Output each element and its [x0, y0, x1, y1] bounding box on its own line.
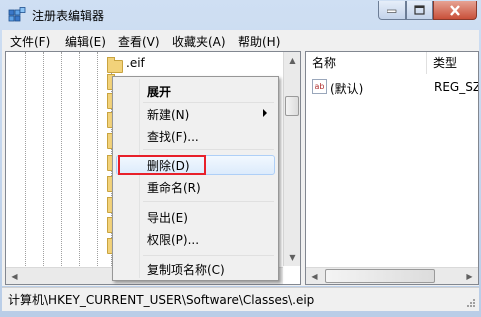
maximize-icon — [414, 5, 425, 15]
menu-item-delete[interactable]: 删除(D) — [147, 157, 190, 174]
registry-editor-icon — [8, 7, 26, 22]
menu-item-copy-key-name[interactable]: 复制项名称(C) — [147, 261, 225, 278]
menu-edit[interactable]: 编辑(E) — [65, 33, 106, 50]
tree-item-eif[interactable]: .eif — [126, 56, 145, 70]
context-menu: 展开 新建(N) 查找(F)... 删除(D) 重命名(R) 导出(E) 权限(… — [112, 76, 279, 281]
resize-grip-icon[interactable] — [466, 298, 476, 308]
submenu-arrow-icon — [263, 109, 267, 117]
maximize-button[interactable] — [406, 1, 433, 20]
scroll-right-icon[interactable]: ▶ — [461, 268, 478, 285]
status-path: 计算机\HKEY_CURRENT_USER\Software\Classes\.… — [8, 293, 315, 307]
minimize-icon — [387, 9, 397, 13]
menu-item-expand[interactable]: 展开 — [147, 83, 171, 100]
column-header-name[interactable]: 名称 — [306, 52, 427, 74]
menu-file[interactable]: 文件(F) — [10, 33, 50, 50]
menu-item-permissions[interactable]: 权限(P)... — [147, 231, 199, 248]
scroll-down-icon[interactable]: ▼ — [284, 249, 301, 266]
menu-item-new[interactable]: 新建(N) — [147, 106, 189, 123]
menu-item-find[interactable]: 查找(F)... — [147, 128, 199, 145]
scroll-left-icon[interactable]: ◀ — [306, 268, 323, 285]
scroll-up-icon[interactable]: ▲ — [284, 52, 301, 69]
menu-item-rename[interactable]: 重命名(R) — [147, 179, 201, 196]
string-value-icon: ab — [312, 79, 327, 94]
list-horizontal-scrollbar[interactable]: ◀ ▶ — [306, 267, 478, 284]
minimize-button[interactable] — [378, 1, 406, 20]
menu-favorites[interactable]: 收藏夹(A) — [172, 33, 226, 50]
menu-help[interactable]: 帮助(H) — [238, 33, 280, 50]
menu-item-export[interactable]: 导出(E) — [147, 209, 188, 226]
value-type: REG_SZ — [434, 80, 479, 94]
scroll-thumb[interactable] — [325, 269, 435, 283]
tree-vertical-scrollbar[interactable]: ▲ ▼ — [283, 52, 300, 266]
close-button[interactable] — [433, 1, 477, 20]
value-list-pane[interactable]: 名称 类型 ab (默认) REG_SZ — [305, 51, 479, 285]
value-name[interactable]: (默认) — [330, 80, 363, 97]
menu-view[interactable]: 查看(V) — [118, 33, 160, 50]
window-title: 注册表编辑器 — [32, 9, 105, 23]
scroll-left-icon[interactable]: ◀ — [6, 268, 23, 285]
scroll-thumb[interactable] — [285, 96, 299, 116]
close-icon — [450, 4, 460, 16]
folder-icon — [107, 57, 123, 73]
column-header-type[interactable]: 类型 — [427, 52, 478, 74]
